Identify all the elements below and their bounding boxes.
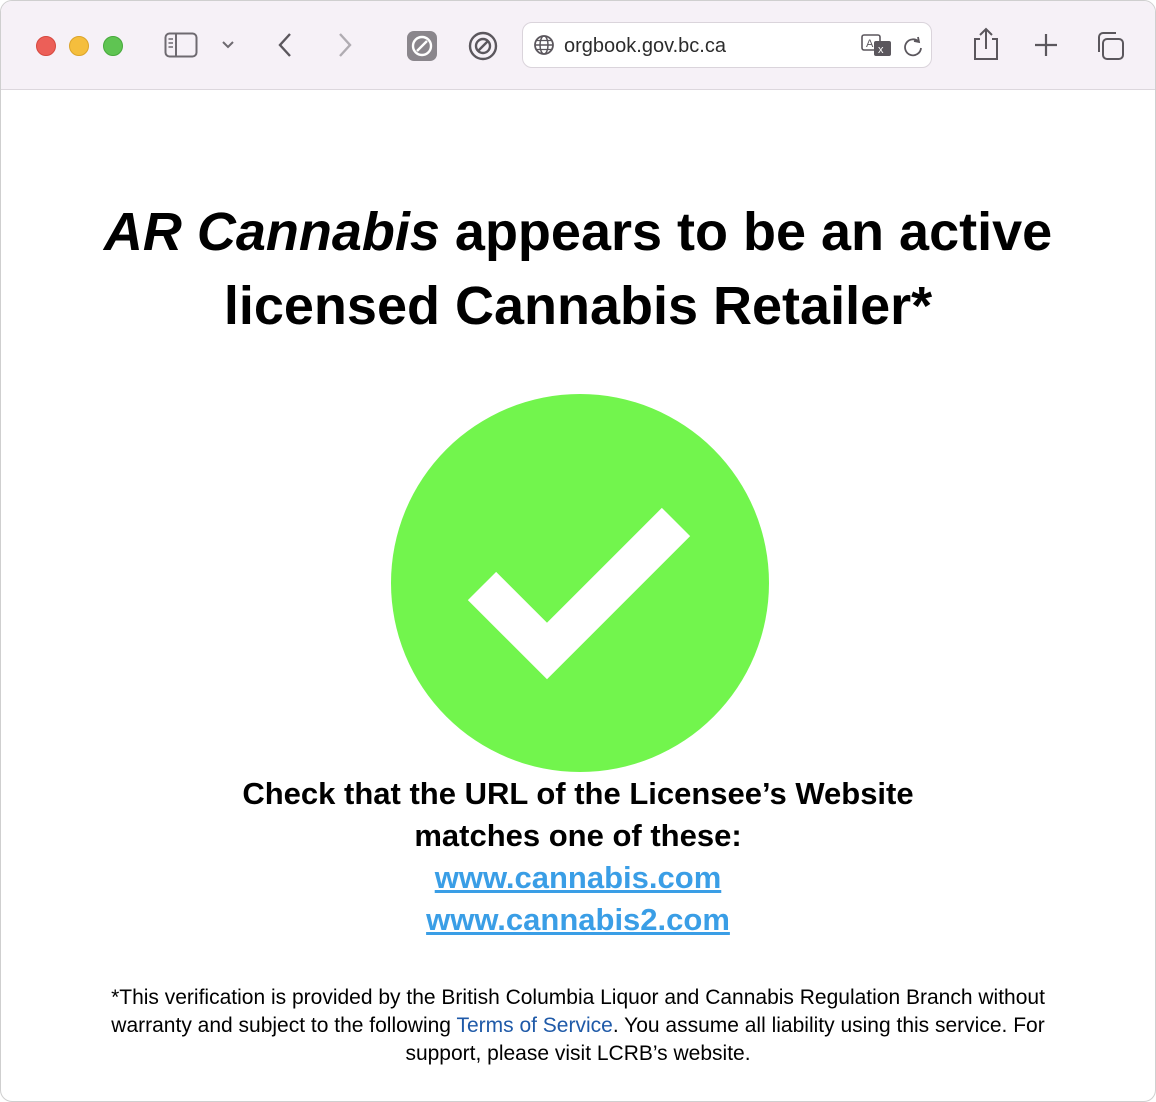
page-content: AR Cannabis appears to be an active lice… <box>1 90 1155 1101</box>
zoom-window-button[interactable] <box>103 36 123 56</box>
licensee-website-link-1[interactable]: www.cannabis.com <box>201 857 955 899</box>
check-instruction: Check that the URL of the Licensee’s Web… <box>242 776 914 853</box>
verified-check-icon <box>390 393 770 773</box>
licensee-website-link-2[interactable]: www.cannabis2.com <box>201 899 955 941</box>
translate-icon[interactable]: Ax <box>860 33 894 59</box>
sidebar-toggle-icon[interactable] <box>163 31 199 59</box>
disclaimer: *This verification is provided by the Br… <box>81 984 1075 1068</box>
licensee-name: AR Cannabis <box>103 202 440 262</box>
browser-toolbar: orgbook.gov.bc.ca Ax <box>1 1 1155 90</box>
page-title: AR Cannabis appears to be an active lice… <box>21 195 1135 343</box>
chevron-down-icon[interactable] <box>219 37 237 53</box>
tab-overview-icon[interactable] <box>1094 30 1126 62</box>
browser-window: orgbook.gov.bc.ca Ax AR Cannabis appears… <box>0 0 1156 1102</box>
address-bar[interactable]: orgbook.gov.bc.ca Ax <box>522 22 932 68</box>
url-check-section: Check that the URL of the Licensee’s Web… <box>201 773 955 941</box>
new-tab-plus-icon[interactable] <box>1032 31 1060 59</box>
extension-blocker-icon[interactable] <box>406 30 438 62</box>
svg-text:A: A <box>866 38 874 50</box>
reload-icon[interactable] <box>901 35 925 59</box>
forward-arrow-icon[interactable] <box>333 31 357 59</box>
globe-icon <box>533 34 555 56</box>
back-arrow-icon[interactable] <box>273 31 297 59</box>
share-icon[interactable] <box>970 25 1002 63</box>
address-url: orgbook.gov.bc.ca <box>564 35 726 57</box>
close-window-button[interactable] <box>36 36 56 56</box>
svg-text:x: x <box>878 44 884 56</box>
privacy-blocker-icon[interactable] <box>467 30 499 62</box>
terms-of-service-link[interactable]: Terms of Service <box>456 1014 612 1037</box>
minimize-window-button[interactable] <box>69 36 89 56</box>
check-circle <box>391 394 769 772</box>
